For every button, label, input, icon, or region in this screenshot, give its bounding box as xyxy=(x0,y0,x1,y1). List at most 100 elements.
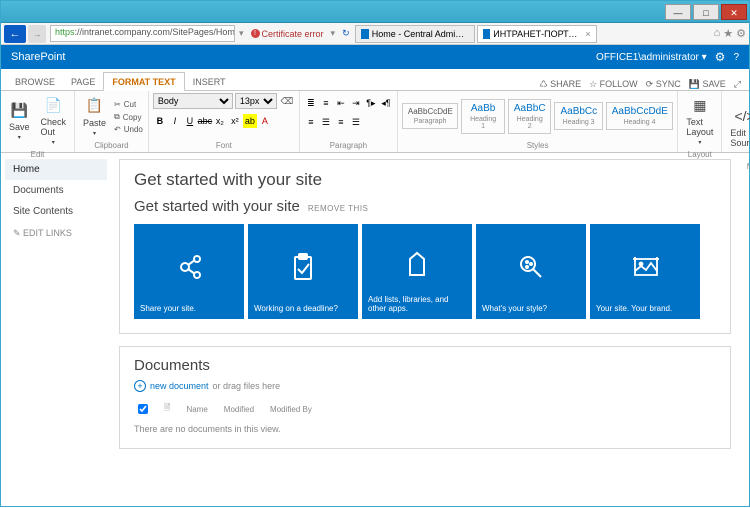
clear-format-icon[interactable]: ⌫ xyxy=(279,93,295,109)
ribbon-group-edit: 💾Save▾ 📄Check Out▾ Edit xyxy=(1,91,75,152)
browser-tab[interactable]: Home - Central Administration xyxy=(355,25,475,43)
url-field[interactable]: https://intranet.company.com/SitePages/H… xyxy=(50,25,235,42)
section-title: Get started with your site xyxy=(134,198,300,215)
select-all-checkbox[interactable] xyxy=(138,404,148,414)
tab-insert[interactable]: INSERT xyxy=(185,73,234,90)
ribbon-tabs: BROWSE PAGE FORMAT TEXT INSERT ♺ SHARE ☆… xyxy=(1,69,749,91)
promo-tile[interactable]: Add lists, libraries, and other apps. xyxy=(362,224,472,319)
certificate-error[interactable]: !Certificate error xyxy=(248,29,327,39)
favorites-icon[interactable]: ★ xyxy=(723,27,733,40)
promo-tile[interactable]: Share your site. xyxy=(134,224,244,319)
align-right-button[interactable]: ≡ xyxy=(334,115,348,129)
suite-bar: SharePoint OFFICE1\administrator ▾ ⚙ ? xyxy=(1,45,749,69)
col-name[interactable]: Name xyxy=(186,405,207,414)
paste-button[interactable]: 📋Paste▾ xyxy=(79,94,110,139)
italic-button[interactable]: I xyxy=(168,114,182,128)
url-dropdown-icon[interactable]: ▾ xyxy=(235,28,248,39)
back-button[interactable]: ← xyxy=(4,25,26,43)
site-icon xyxy=(361,29,369,39)
bullets-button[interactable]: ≣ xyxy=(304,96,318,110)
subscript-button[interactable]: x₂ xyxy=(213,114,227,128)
tile-icon xyxy=(254,230,352,304)
promo-tile[interactable]: Working on a deadline? xyxy=(248,224,358,319)
style-heading-2[interactable]: AaBbCHeading 2 xyxy=(508,99,552,134)
align-center-button[interactable]: ☰ xyxy=(319,115,333,129)
sync-button[interactable]: ⟳ SYNC xyxy=(646,79,681,90)
new-document-link[interactable]: + new document or drag files here xyxy=(134,380,716,392)
font-color-button[interactable]: A xyxy=(258,114,272,128)
col-modified[interactable]: Modified xyxy=(224,405,254,414)
nav-documents[interactable]: Documents xyxy=(5,180,107,201)
ribbon-group-styles: AaBbCcDdEParagraphAaBbHeading 1AaBbCHead… xyxy=(398,91,678,152)
tab-format-text[interactable]: FORMAT TEXT xyxy=(103,72,184,91)
home-icon[interactable]: ⌂ xyxy=(714,27,721,40)
edit-source-button[interactable]: </>Edit Source xyxy=(726,104,750,150)
cut-button[interactable]: ✂ Cut xyxy=(113,99,144,110)
col-modified-by[interactable]: Modified By xyxy=(270,405,312,414)
promo-tile[interactable]: Your site. Your brand. xyxy=(590,224,700,319)
nav-site-contents[interactable]: Site Contents xyxy=(5,201,107,222)
ribbon-group-markup: </>Edit Source ⬚ Select ▾ ⟐ Convert to X… xyxy=(722,91,750,152)
tile-label: Your site. Your brand. xyxy=(596,304,694,313)
tile-icon xyxy=(482,230,580,304)
empty-message: There are no documents in this view. xyxy=(134,424,716,434)
forward-button[interactable]: → xyxy=(28,25,46,43)
text-layout-button[interactable]: ▦Text Layout▾ xyxy=(682,93,717,148)
ltr-button[interactable]: ¶▸ xyxy=(364,96,378,110)
remove-this-button[interactable]: REMOVE THIS xyxy=(308,204,368,213)
font-name-select[interactable]: Body xyxy=(153,93,233,109)
strike-button[interactable]: abc xyxy=(198,114,212,128)
site-icon xyxy=(483,29,491,39)
save-button[interactable]: 💾Save▾ xyxy=(5,98,34,143)
close-tab-icon[interactable]: × xyxy=(585,29,590,39)
file-type-icon[interactable]: 🗎 xyxy=(164,402,170,416)
bold-button[interactable]: B xyxy=(153,114,167,128)
close-button[interactable]: ✕ xyxy=(721,4,747,20)
check-out-button[interactable]: 📄Check Out▾ xyxy=(37,93,71,148)
superscript-button[interactable]: x² xyxy=(228,114,242,128)
maximize-button[interactable]: □ xyxy=(693,4,719,20)
help-icon[interactable]: ? xyxy=(733,52,739,63)
style-heading-1[interactable]: AaBbHeading 1 xyxy=(461,99,505,134)
save-button[interactable]: 💾 SAVE xyxy=(689,79,726,90)
rtl-button[interactable]: ◂¶ xyxy=(379,96,393,110)
browser-address-bar: ← → https://intranet.company.com/SitePag… xyxy=(1,23,749,45)
indent-button[interactable]: ⇥ xyxy=(349,96,363,110)
tools-icon[interactable]: ⚙ xyxy=(736,27,746,40)
page-title: Get started with your site xyxy=(134,170,716,190)
browser-tab[interactable]: ИНТРАНЕТ-ПОРТАЛ - Ho...× xyxy=(477,25,597,43)
share-button[interactable]: ♺ SHARE xyxy=(539,79,581,90)
promo-tile[interactable]: What's your style? xyxy=(476,224,586,319)
underline-button[interactable]: U xyxy=(183,114,197,128)
edit-links-button[interactable]: ✎ EDIT LINKS xyxy=(5,222,107,245)
ribbon-group-layout: ▦Text Layout▾ Layout xyxy=(678,91,722,152)
justify-button[interactable]: ☰ xyxy=(349,115,363,129)
minimize-button[interactable]: — xyxy=(665,4,691,20)
outdent-button[interactable]: ⇤ xyxy=(334,96,348,110)
style-heading-3[interactable]: AaBbCcHeading 3 xyxy=(554,102,602,130)
settings-icon[interactable]: ⚙ xyxy=(715,50,726,64)
style-heading-4[interactable]: AaBbCcDdEHeading 4 xyxy=(606,102,674,130)
font-size-select[interactable]: 13px xyxy=(235,93,277,109)
main-panel: Get started with your site Get started w… xyxy=(111,153,749,508)
plus-icon: + xyxy=(134,380,146,392)
style-paragraph[interactable]: AaBbCcDdEParagraph xyxy=(402,103,458,129)
dropdown-icon[interactable]: ▾ xyxy=(327,28,340,39)
tile-label: Share your site. xyxy=(140,304,238,313)
follow-button[interactable]: ☆ FOLLOW xyxy=(589,79,638,90)
refresh-button[interactable]: ↻ xyxy=(339,28,353,39)
undo-button[interactable]: ↶ Undo xyxy=(113,124,144,135)
ribbon-group-font: Body 13px ⌫ B I U abc x₂ x² ab A Font xyxy=(149,91,300,152)
suite-title: SharePoint xyxy=(11,51,65,63)
tab-browse[interactable]: BROWSE xyxy=(7,73,63,90)
ribbon-group-paragraph: ≣ ≡ ⇤ ⇥ ¶▸ ◂¶ ≡ ☰ ≡ ☰ Paragraph xyxy=(300,91,398,152)
documents-header-row: 🗎 Name Modified Modified By xyxy=(134,402,716,416)
user-menu[interactable]: OFFICE1\administrator ▾ xyxy=(596,52,707,63)
numbering-button[interactable]: ≡ xyxy=(319,96,333,110)
focus-icon[interactable]: ⤢ xyxy=(734,79,741,90)
tab-page[interactable]: PAGE xyxy=(63,73,103,90)
highlight-button[interactable]: ab xyxy=(243,114,257,128)
copy-button[interactable]: ⧉ Copy xyxy=(113,111,144,123)
nav-home[interactable]: Home xyxy=(5,159,107,180)
align-left-button[interactable]: ≡ xyxy=(304,115,318,129)
